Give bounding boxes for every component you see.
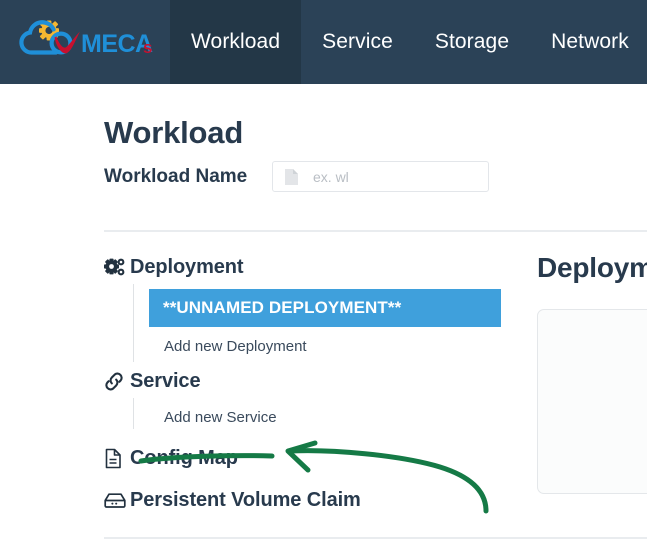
section-config-map[interactable]: Config Map <box>104 443 504 473</box>
link-icon <box>104 372 130 391</box>
file-lines-icon <box>104 448 130 469</box>
add-new-deployment-link[interactable]: Add new Deployment <box>164 338 307 355</box>
page-content: Workload Workload Name ex. wl Deployment… <box>0 84 647 547</box>
add-new-service-link[interactable]: Add new Service <box>164 409 277 426</box>
deployment-detail-card: De Im <box>537 309 647 494</box>
nav-tab-network-label: Network <box>551 30 629 53</box>
divider-top <box>104 230 647 232</box>
hdd-icon <box>104 492 130 509</box>
section-service-label: Service <box>130 369 201 392</box>
nav-tab-service[interactable]: Service <box>301 0 414 84</box>
nav-tab-workload[interactable]: Workload <box>170 0 302 84</box>
section-config-map-label: Config Map <box>130 446 238 469</box>
cogs-icon <box>104 258 130 277</box>
section-service[interactable]: Service <box>104 366 504 396</box>
deployment-item-unnamed-label: **UNNAMED DEPLOYMENT** <box>163 298 402 317</box>
workload-name-row: Workload Name <box>104 161 489 192</box>
comecas-logo-icon: MECA s <box>19 20 154 58</box>
top-navigation-bar: MECA s Workload Service Storage Network <box>0 0 647 84</box>
resource-tree: Deployment **UNNAMED DEPLOYMENT** Add ne… <box>104 252 504 517</box>
deployment-children: **UNNAMED DEPLOYMENT** Add new Deploymen… <box>133 284 504 362</box>
deployment-item-unnamed[interactable]: **UNNAMED DEPLOYMENT** <box>149 289 501 327</box>
page-title: Workload <box>104 115 244 150</box>
nav-tab-storage-label: Storage <box>434 30 510 53</box>
file-icon <box>284 168 299 186</box>
svg-text:s: s <box>143 38 152 57</box>
nav-tab-storage[interactable]: Storage <box>414 0 530 84</box>
section-deployment[interactable]: Deployment <box>104 252 504 282</box>
nav-tab-network[interactable]: Network <box>530 0 647 84</box>
workload-name-input[interactable] <box>272 161 489 192</box>
section-deployment-label: Deployment <box>130 255 244 278</box>
workload-name-label: Workload Name <box>104 165 248 187</box>
nav-tab-service-label: Service <box>322 30 393 53</box>
deployment-detail-panel: Deploym De Im <box>537 252 647 494</box>
divider-bottom <box>104 537 647 539</box>
section-persistent-volume-claim[interactable]: Persistent Volume Claim <box>104 485 504 515</box>
service-children: Add new Service <box>133 398 504 429</box>
deployment-detail-title: Deploym <box>537 252 647 283</box>
workload-name-input-wrap[interactable] <box>272 161 489 192</box>
nav-tab-workload-label: Workload <box>191 30 281 53</box>
brand-logo[interactable]: MECA s <box>0 0 170 84</box>
section-persistent-volume-claim-label: Persistent Volume Claim <box>130 488 361 511</box>
